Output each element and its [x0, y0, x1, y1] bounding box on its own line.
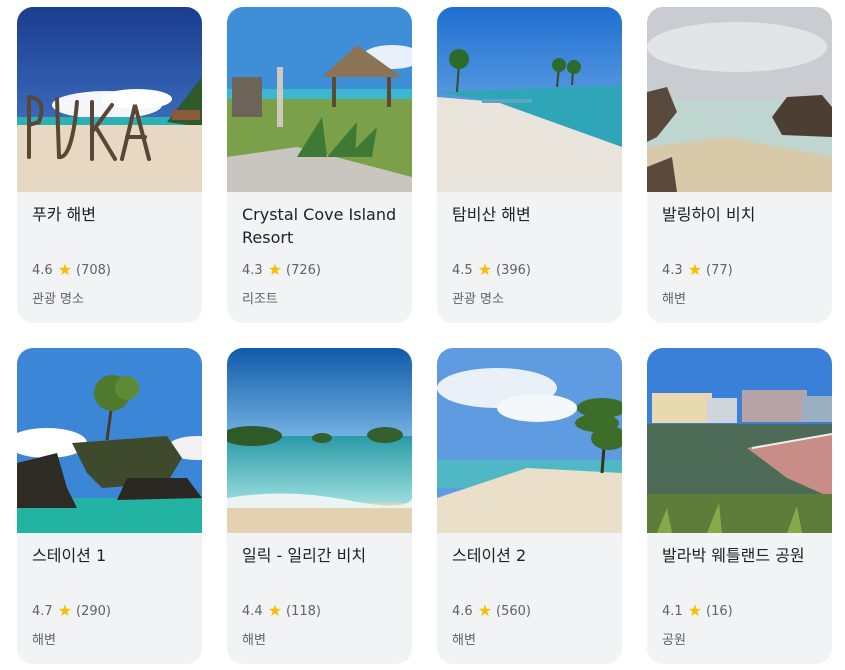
- place-card[interactable]: Crystal Cove Island Resort 4.3 ★ (726) 리…: [227, 7, 412, 323]
- place-info: 푸카 해변 4.6 ★ (708) 관광 명소: [32, 192, 190, 323]
- rating-value: 4.4: [242, 603, 263, 619]
- star-icon: ★: [477, 260, 493, 279]
- star-icon: ★: [57, 260, 73, 279]
- place-card[interactable]: 푸카 해변 4.6 ★ (708) 관광 명소: [17, 7, 202, 323]
- star-icon: ★: [477, 601, 493, 620]
- rating-value: 4.7: [32, 603, 53, 619]
- place-card[interactable]: 발링하이 비치 4.3 ★ (77) 해변: [647, 7, 832, 323]
- place-info: Crystal Cove Island Resort 4.3 ★ (726) 리…: [242, 192, 400, 323]
- place-rating: 4.5 ★ (396): [452, 262, 531, 278]
- review-count: (396): [496, 262, 531, 278]
- place-card[interactable]: 스테이션 1 4.7 ★ (290) 해변: [17, 348, 202, 664]
- star-icon: ★: [267, 260, 283, 279]
- place-category: 관광 명소: [452, 292, 504, 307]
- star-icon: ★: [267, 601, 283, 620]
- place-card[interactable]: 탐비산 해변 4.5 ★ (396) 관광 명소: [437, 7, 622, 323]
- place-info: 탐비산 해변 4.5 ★ (396) 관광 명소: [452, 192, 610, 323]
- place-title: 스테이션 2: [452, 546, 527, 565]
- place-rating: 4.7 ★ (290): [32, 603, 111, 619]
- place-rating: 4.6 ★ (708): [32, 262, 111, 278]
- tambisaan-beach-photo: [437, 7, 622, 192]
- crystal-cove-photo: [227, 7, 412, 192]
- review-count: (726): [286, 262, 321, 278]
- place-card[interactable]: 스테이션 2 4.6 ★ (560) 해변: [437, 348, 622, 664]
- place-info: 발링하이 비치 4.3 ★ (77) 해변: [662, 192, 820, 323]
- place-rating: 4.3 ★ (726): [242, 262, 321, 278]
- star-icon: ★: [57, 601, 73, 620]
- place-title: 푸카 해변: [32, 205, 96, 224]
- place-card[interactable]: 발라박 웨틀랜드 공원 4.1 ★ (16) 공원: [647, 348, 832, 664]
- place-title: 일릭 - 일리간 비치: [242, 546, 367, 565]
- review-count: (118): [286, 603, 321, 619]
- place-info: 발라박 웨틀랜드 공원 4.1 ★ (16) 공원: [662, 533, 820, 664]
- place-category: 해변: [32, 633, 56, 648]
- place-info: 일릭 - 일리간 비치 4.4 ★ (118) 해변: [242, 533, 400, 664]
- review-count: (77): [706, 262, 733, 278]
- place-title: 탐비산 해변: [452, 205, 531, 224]
- review-count: (708): [76, 262, 111, 278]
- star-icon: ★: [687, 601, 703, 620]
- place-title: 발라박 웨틀랜드 공원: [662, 546, 805, 565]
- place-rating: 4.4 ★ (118): [242, 603, 321, 619]
- place-category: 리조트: [242, 292, 278, 307]
- star-icon: ★: [687, 260, 703, 279]
- review-count: (290): [76, 603, 111, 619]
- place-title: 스테이션 1: [32, 546, 107, 565]
- station2-photo: [437, 348, 622, 533]
- rating-value: 4.3: [242, 262, 263, 278]
- rating-value: 4.1: [662, 603, 683, 619]
- rating-value: 4.5: [452, 262, 473, 278]
- place-title: 발링하이 비치: [662, 205, 756, 224]
- place-info: 스테이션 1 4.7 ★ (290) 해변: [32, 533, 190, 664]
- station1-photo: [17, 348, 202, 533]
- review-count: (560): [496, 603, 531, 619]
- balabag-wetland-photo: [647, 348, 832, 533]
- place-info: 스테이션 2 4.6 ★ (560) 해변: [452, 533, 610, 664]
- place-category: 공원: [662, 633, 686, 648]
- place-rating: 4.1 ★ (16): [662, 603, 733, 619]
- rating-value: 4.6: [32, 262, 53, 278]
- review-count: (16): [706, 603, 733, 619]
- place-rating: 4.3 ★ (77): [662, 262, 733, 278]
- place-rating: 4.6 ★ (560): [452, 603, 531, 619]
- place-card[interactable]: 일릭 - 일리간 비치 4.4 ★ (118) 해변: [227, 348, 412, 664]
- place-category: 해변: [452, 633, 476, 648]
- places-grid: 푸카 해변 4.6 ★ (708) 관광 명소 Crystal Cove Isl…: [17, 7, 833, 664]
- balinghai-beach-photo: [647, 7, 832, 192]
- place-category: 관광 명소: [32, 292, 84, 307]
- ilig-iligan-beach-photo: [227, 348, 412, 533]
- rating-value: 4.6: [452, 603, 473, 619]
- rating-value: 4.3: [662, 262, 683, 278]
- puka-beach-photo: [17, 7, 202, 192]
- place-category: 해변: [662, 292, 686, 307]
- place-title: Crystal Cove Island Resort: [242, 205, 397, 247]
- place-category: 해변: [242, 633, 266, 648]
